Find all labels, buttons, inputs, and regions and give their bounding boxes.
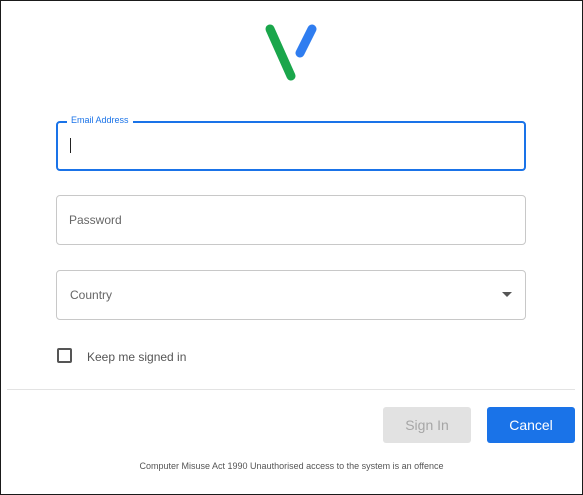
country-select-text: Country: [70, 288, 113, 302]
remember-me-checkbox[interactable]: [57, 348, 72, 363]
divider: [7, 389, 575, 390]
remember-me-label[interactable]: Keep me signed in: [87, 350, 186, 364]
email-field[interactable]: Email Address: [56, 115, 526, 171]
country-select[interactable]: Country: [56, 270, 526, 320]
email-input[interactable]: [70, 123, 490, 169]
sign-in-button[interactable]: Sign In: [383, 407, 471, 443]
password-input[interactable]: [69, 196, 489, 244]
legal-notice: Computer Misuse Act 1990 Unauthorised ac…: [139, 461, 444, 471]
cancel-button[interactable]: Cancel: [487, 407, 575, 443]
v-logo-icon: [265, 24, 317, 81]
dropdown-arrow-icon[interactable]: [502, 292, 512, 297]
login-dialog: Email Address Country Keep me signed in …: [0, 0, 583, 495]
password-field[interactable]: [56, 195, 526, 245]
